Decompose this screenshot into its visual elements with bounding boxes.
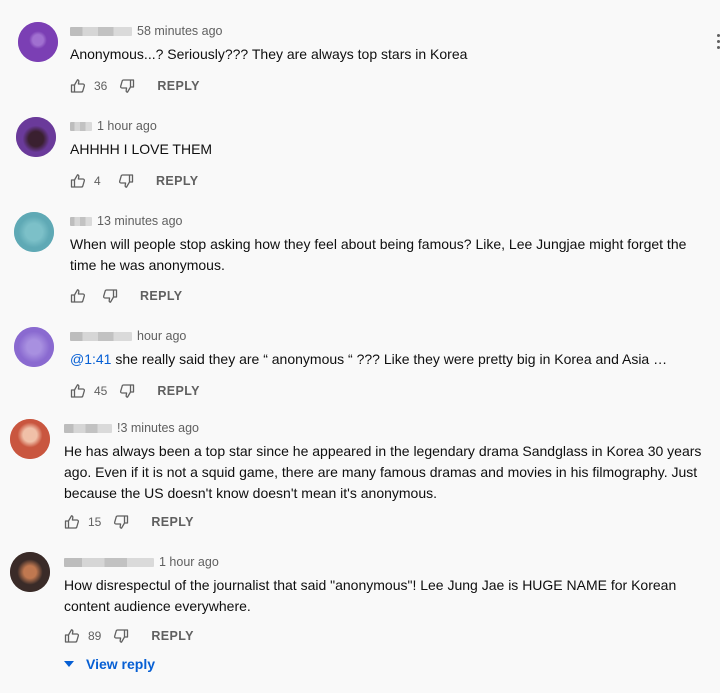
author-name[interactable] (70, 121, 92, 131)
comment-actions: 89 REPLY (64, 627, 194, 645)
like-count: 36 (94, 79, 108, 93)
avatar[interactable] (10, 419, 50, 459)
reply-button[interactable]: REPLY (140, 289, 183, 303)
comment-time[interactable]: 13 minutes ago (97, 214, 182, 228)
thumbs-down-icon[interactable] (113, 628, 129, 644)
like-count: 15 (88, 515, 102, 529)
avatar[interactable] (16, 117, 56, 157)
thumbs-down-icon[interactable] (118, 173, 134, 189)
comment-text: @1:41 she really said they are “ anonymo… (70, 351, 668, 367)
comment-actions: REPLY (70, 287, 183, 305)
thumbs-down-icon[interactable] (102, 288, 118, 304)
like-count: 4 (94, 174, 101, 188)
comment-actions: 36 REPLY (70, 77, 200, 95)
avatar[interactable] (14, 327, 54, 367)
author-name[interactable] (70, 216, 92, 226)
thumbs-up-icon[interactable] (70, 78, 86, 94)
comment-actions: 4 REPLY (70, 172, 199, 190)
comment-text: Anonymous...? Seriously??? They are alwa… (70, 46, 468, 62)
avatar[interactable] (18, 22, 58, 62)
thumbs-down-icon[interactable] (119, 383, 135, 399)
thumbs-up-icon[interactable] (70, 173, 86, 189)
reply-button[interactable]: REPLY (151, 629, 194, 643)
author-name[interactable] (70, 331, 132, 341)
comment-actions: 45 REPLY (70, 382, 200, 400)
author-name[interactable] (64, 557, 154, 567)
thumbs-up-icon[interactable] (70, 288, 86, 304)
reply-button[interactable]: REPLY (156, 174, 199, 188)
reply-button[interactable]: REPLY (157, 384, 200, 398)
timestamp-link[interactable]: @1:41 (70, 351, 111, 367)
view-reply-label: View reply (86, 656, 156, 672)
comment-text: He has always been a top star since he a… (64, 443, 702, 501)
comment-time[interactable]: !3 minutes ago (117, 421, 199, 435)
view-reply-button[interactable]: View reply (64, 656, 155, 672)
thumbs-up-icon[interactable] (64, 514, 80, 530)
thumbs-down-icon[interactable] (119, 78, 135, 94)
reply-button[interactable]: REPLY (151, 515, 194, 529)
author-name[interactable] (64, 423, 112, 433)
avatar[interactable] (14, 212, 54, 252)
like-count: 45 (94, 384, 108, 398)
like-count: 89 (88, 629, 102, 643)
thumbs-up-icon[interactable] (70, 383, 86, 399)
comment-time[interactable]: hour ago (137, 329, 186, 343)
comment-time[interactable]: 1 hour ago (159, 555, 219, 569)
thumbs-up-icon[interactable] (64, 628, 80, 644)
comment-text: How disrespectul of the journalist that … (64, 577, 677, 614)
comment-actions: 15 REPLY (64, 513, 194, 531)
caret-down-icon (64, 661, 74, 667)
avatar[interactable] (10, 552, 50, 592)
comment-time[interactable]: 58 minutes ago (137, 24, 222, 38)
thumbs-down-icon[interactable] (113, 514, 129, 530)
comment-time[interactable]: 1 hour ago (97, 119, 157, 133)
author-name[interactable] (70, 26, 132, 36)
reply-button[interactable]: REPLY (157, 79, 200, 93)
comment-text: AHHHH I LOVE THEM (70, 141, 213, 157)
comment-text: When will people stop asking how they fe… (70, 236, 687, 273)
